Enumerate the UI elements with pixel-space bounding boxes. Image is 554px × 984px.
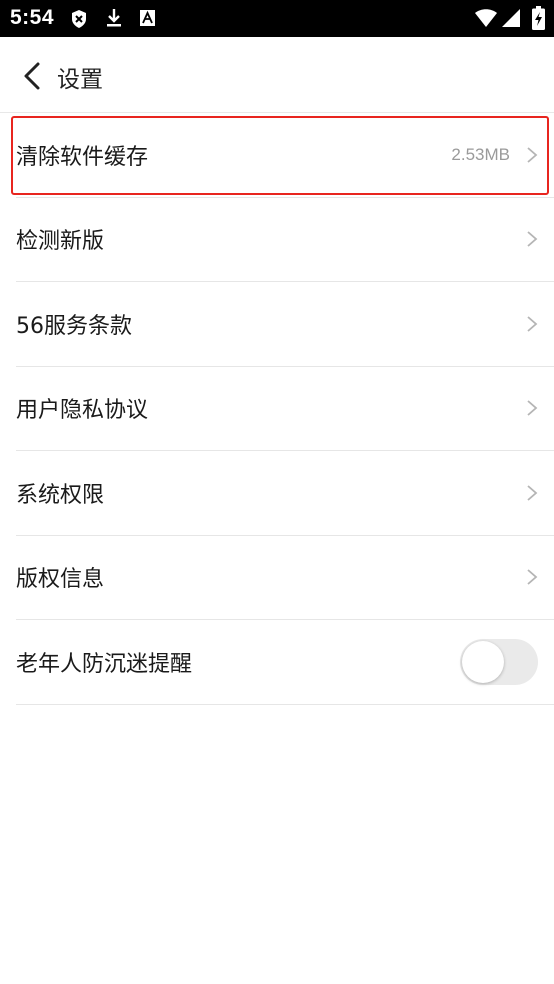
status-time: 5:54 [10,6,55,29]
back-button[interactable] [16,59,50,93]
item-label: 56服务条款 [16,313,132,339]
download-icon [105,8,123,32]
chevron-right-icon [527,147,538,163]
chevron-left-icon [24,62,40,90]
clear-cache-item[interactable]: 清除软件缓存 2.53MB [16,113,554,198]
text-a-icon [139,9,156,31]
toggle-knob [462,640,504,683]
app-header: 设置 [0,37,554,113]
shield-x-icon [70,9,88,33]
item-label: 清除软件缓存 [16,144,149,170]
battery-charging-icon [532,6,545,34]
chevron-right-icon [527,231,538,247]
copyright-info-item[interactable]: 版权信息 [16,536,554,620]
cache-size-value: 2.53MB [451,144,510,164]
page-title: 设置 [57,67,103,93]
item-label: 用户隐私协议 [16,398,149,424]
terms-of-service-item[interactable]: 56服务条款 [16,282,554,367]
chevron-right-icon [527,316,538,332]
check-update-item[interactable]: 检测新版 [16,198,554,282]
signal-icon [501,8,521,32]
chevron-right-icon [527,569,538,585]
chevron-right-icon [527,485,538,501]
settings-list: 清除软件缓存 2.53MB 检测新版 56服务条款 用户隐私协议 系统权限 版权… [0,113,554,705]
anti-addiction-reminder-item: 老年人防沉迷提醒 [16,620,554,705]
status-bar: 5:54 [0,0,554,37]
privacy-policy-item[interactable]: 用户隐私协议 [16,367,554,451]
chevron-right-icon [527,400,538,416]
item-label: 老年人防沉迷提醒 [16,651,193,677]
wifi-icon [474,8,498,32]
system-permissions-item[interactable]: 系统权限 [16,451,554,536]
item-label: 检测新版 [16,229,105,255]
item-label: 系统权限 [16,482,105,508]
item-label: 版权信息 [16,567,105,593]
anti-addiction-toggle[interactable] [460,638,538,685]
